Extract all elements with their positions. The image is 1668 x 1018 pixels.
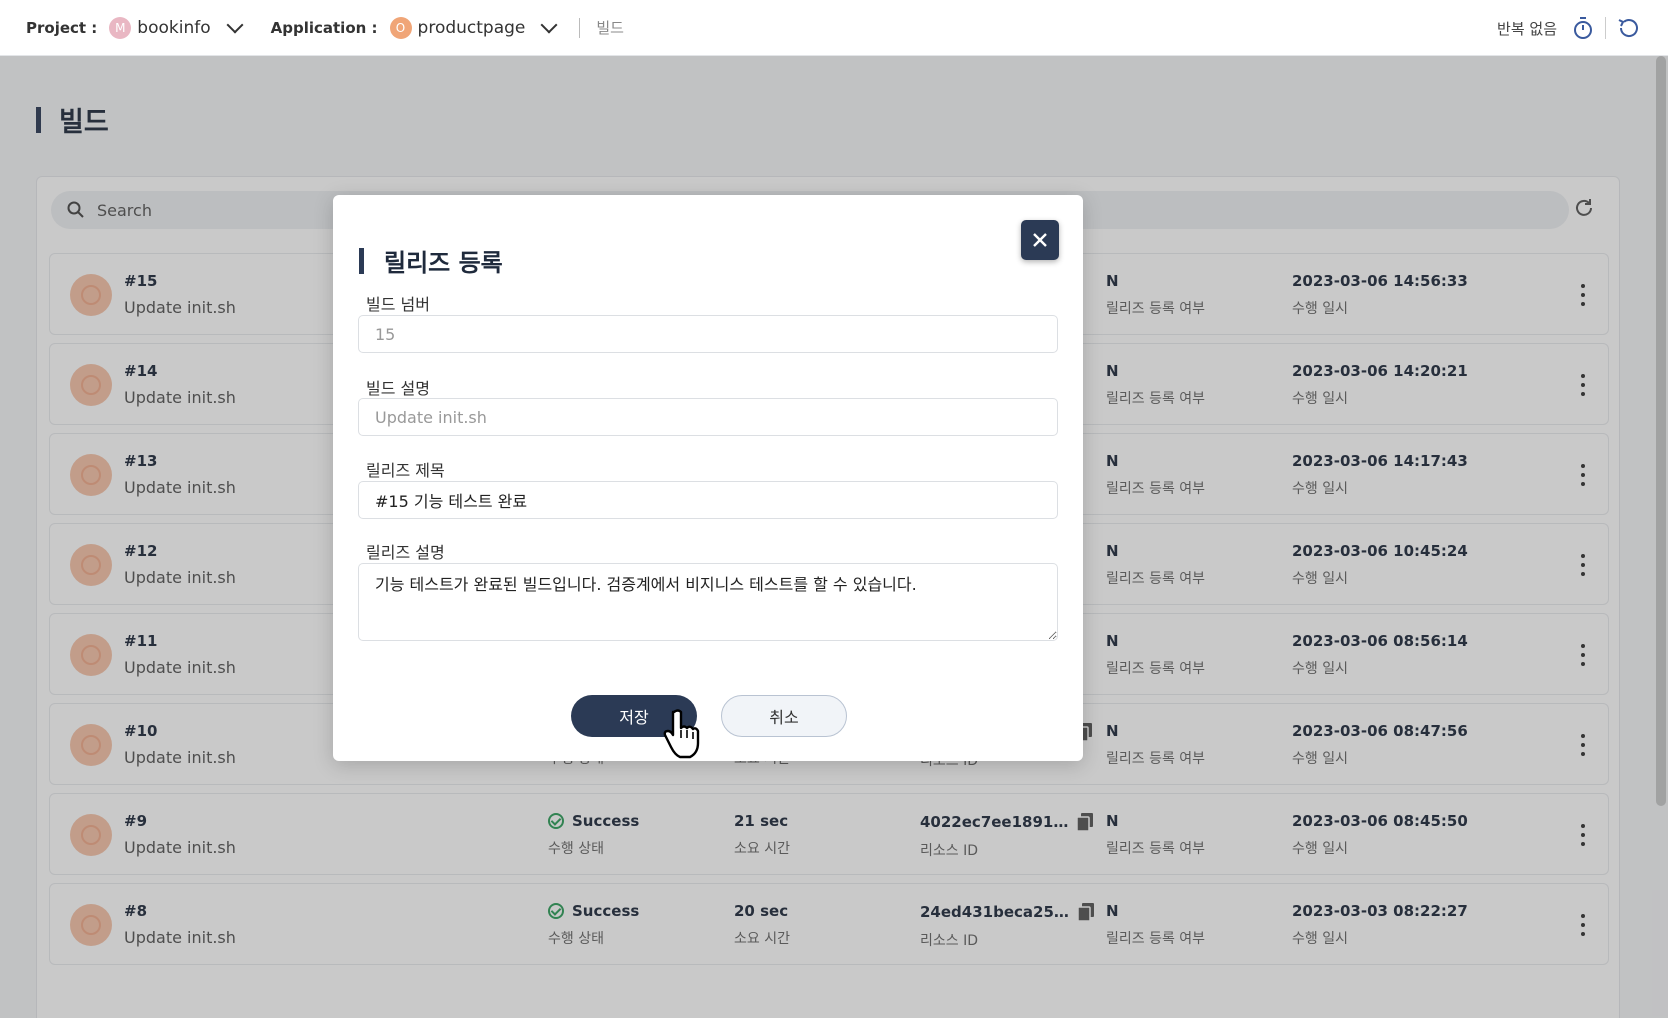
project-avatar: M xyxy=(109,16,132,39)
close-button[interactable] xyxy=(1021,220,1059,260)
project-selector[interactable]: M bookinfo xyxy=(109,16,244,39)
build-number-label: 빌드 넘버 xyxy=(366,295,430,314)
close-icon xyxy=(1033,233,1047,247)
undo-refresh-icon[interactable] xyxy=(1614,14,1642,42)
build-description-field: Update init.sh xyxy=(358,398,1058,436)
application-avatar: O xyxy=(389,16,412,39)
breadcrumb: 빌드 xyxy=(596,19,624,37)
project-label: Project : xyxy=(26,18,98,37)
breadcrumb-divider xyxy=(579,17,581,38)
build-description-label: 빌드 설명 xyxy=(366,379,430,398)
dialog-title: 릴리즈 등록 xyxy=(359,243,503,278)
cancel-button[interactable]: 취소 xyxy=(721,695,847,737)
dialog-title-text: 릴리즈 등록 xyxy=(384,249,503,277)
application-selector[interactable]: O productpage xyxy=(389,16,558,39)
application-label: Application : xyxy=(270,18,378,37)
chevron-down-icon xyxy=(540,16,558,33)
application-name: productpage xyxy=(417,17,526,38)
top-right-controls: 반복 없음 xyxy=(1497,0,1642,56)
repeat-status-text: 반복 없음 xyxy=(1497,19,1557,38)
release-description-textarea[interactable]: 기능 테스트가 완료된 빌드입니다. 검증계에서 비지니스 테스트를 할 수 있… xyxy=(358,563,1058,641)
top-bar: Project : M bookinfo Application : O pro… xyxy=(0,0,1668,56)
hand-cursor-icon xyxy=(663,709,700,759)
top-divider xyxy=(1605,17,1606,39)
page-scrollbar[interactable] xyxy=(1656,56,1666,806)
timer-icon[interactable] xyxy=(1569,14,1597,42)
release-title-input[interactable]: #15 기능 테스트 완료 xyxy=(358,481,1058,519)
build-number-field: 15 xyxy=(358,315,1058,353)
release-title-label: 릴리즈 제목 xyxy=(366,461,445,480)
project-name: bookinfo xyxy=(137,17,211,38)
chevron-down-icon xyxy=(226,16,244,33)
release-register-dialog: 릴리즈 등록 빌드 넘버 15 빌드 설명 Update init.sh 릴리즈… xyxy=(333,195,1083,761)
release-description-label: 릴리즈 설명 xyxy=(366,543,445,562)
dialog-title-accent-bar xyxy=(359,247,364,274)
